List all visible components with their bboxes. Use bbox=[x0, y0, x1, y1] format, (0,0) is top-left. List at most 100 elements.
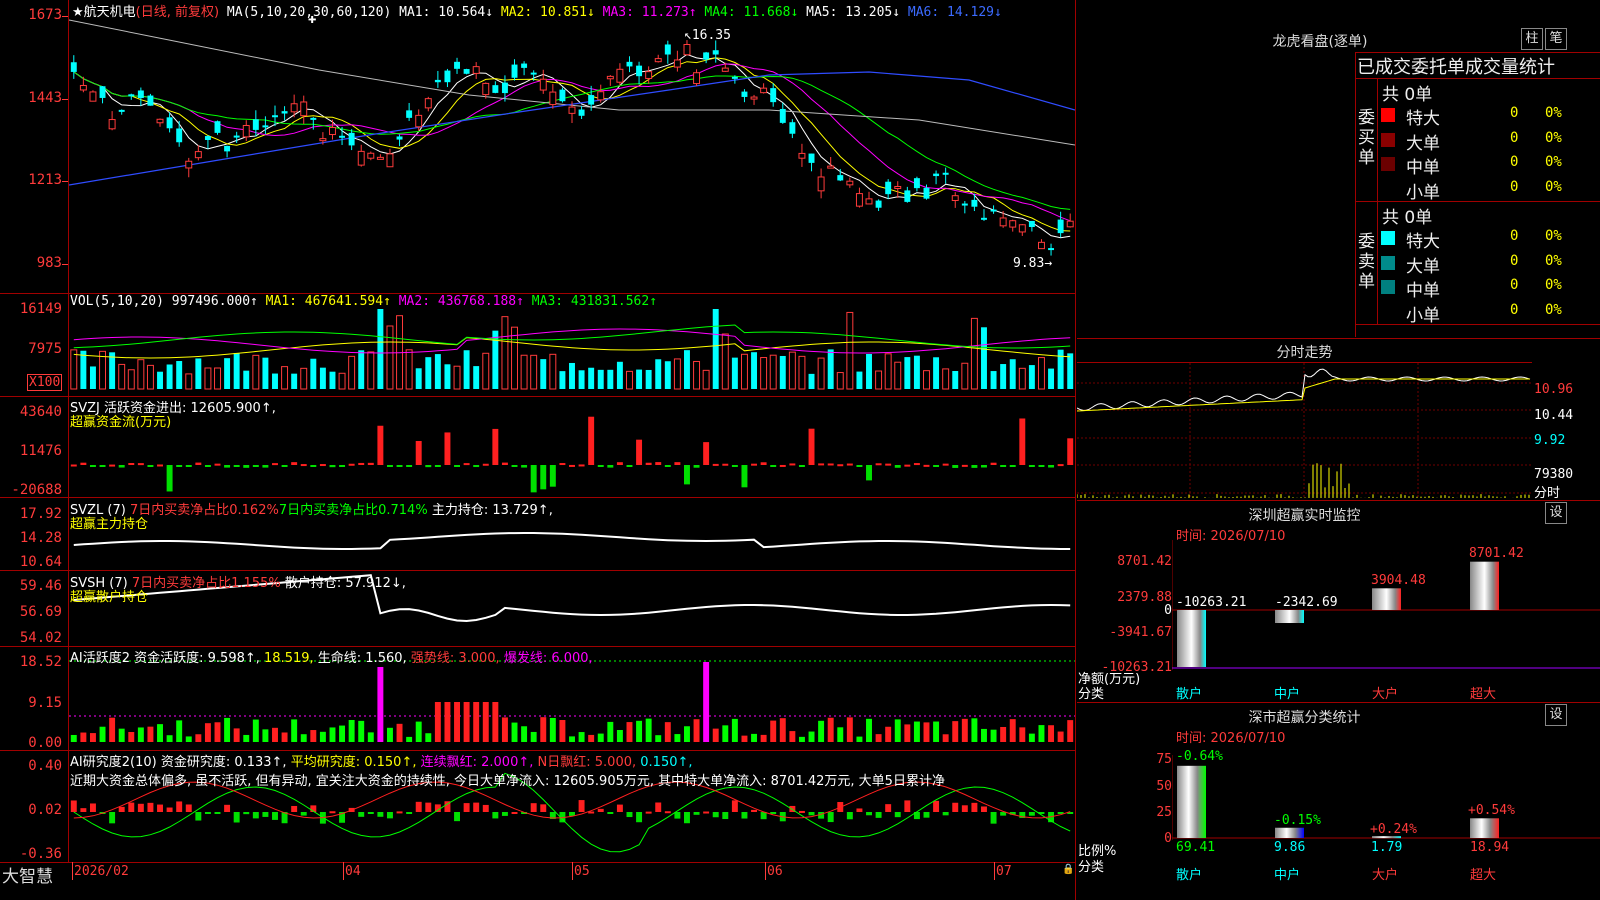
research-bar bbox=[482, 804, 489, 812]
flow-bar bbox=[779, 464, 786, 467]
activity-bar bbox=[99, 726, 106, 742]
candle-down bbox=[310, 117, 317, 120]
volume-bar bbox=[817, 357, 825, 390]
flow-bar bbox=[463, 463, 470, 466]
flow-bar bbox=[291, 462, 298, 465]
lhkp-title: 龙虎看盘(逐单) bbox=[1272, 34, 1368, 50]
flow-bar bbox=[367, 462, 374, 465]
candle-up bbox=[424, 98, 432, 109]
flow-bar bbox=[166, 465, 173, 492]
candle-up bbox=[79, 84, 87, 91]
research-bar bbox=[664, 811, 671, 814]
activity-bar bbox=[952, 721, 959, 742]
candle-down bbox=[588, 95, 595, 105]
flow-bar bbox=[645, 462, 652, 465]
volume-bar bbox=[588, 367, 595, 389]
volume-bar bbox=[530, 354, 538, 390]
candle-down bbox=[176, 128, 183, 143]
ai-res-p3: N日飘红: 5.000, bbox=[537, 755, 637, 770]
class-tick: 50 bbox=[1156, 779, 1172, 794]
stock-name[interactable]: 航天机电 bbox=[84, 5, 136, 20]
flow-bar bbox=[741, 465, 748, 488]
flow-bar bbox=[147, 465, 154, 467]
activity-bar bbox=[607, 721, 614, 742]
chart-mode[interactable]: (日线, 前复权) bbox=[136, 5, 219, 20]
candle-up bbox=[242, 124, 250, 138]
research-bar bbox=[846, 812, 853, 820]
flow-bar bbox=[1048, 465, 1055, 468]
candle-down bbox=[1048, 248, 1055, 251]
candle-down bbox=[933, 173, 940, 177]
sz-monitor-title: 深圳超赢实时监控 bbox=[1248, 508, 1361, 524]
intraday-tick: 10.96 bbox=[1534, 382, 1574, 397]
volume-bar bbox=[836, 372, 844, 390]
flow-bar bbox=[827, 463, 834, 466]
candle-down bbox=[137, 90, 144, 99]
volume-bar bbox=[146, 364, 154, 390]
research-bar bbox=[137, 803, 144, 812]
lock-icon[interactable]: 🔒 bbox=[1062, 864, 1074, 875]
volume-bar bbox=[578, 370, 585, 389]
flow-bar bbox=[185, 465, 192, 467]
volume-bar bbox=[751, 352, 758, 389]
activity-bar bbox=[712, 728, 719, 742]
activity-bar bbox=[1057, 731, 1064, 742]
volume-bar bbox=[1048, 368, 1055, 389]
flow-bar bbox=[406, 465, 413, 467]
flow-bar bbox=[1028, 465, 1035, 467]
candle-down bbox=[559, 89, 566, 102]
flow-bar bbox=[684, 465, 690, 485]
price-tick: 983 bbox=[36, 255, 62, 271]
flow-bar bbox=[540, 465, 547, 490]
ma-line bbox=[73, 53, 1071, 239]
flow-bar bbox=[454, 465, 460, 467]
vol-tick: 16149 bbox=[19, 301, 62, 317]
flow-bar bbox=[281, 465, 288, 467]
candle-down bbox=[578, 109, 585, 116]
tick-mode-button[interactable]: 笔 bbox=[1545, 28, 1567, 50]
candle-down bbox=[492, 85, 499, 93]
activity-bar bbox=[913, 721, 920, 742]
activity-bar bbox=[1048, 725, 1055, 742]
volume-bar bbox=[827, 349, 834, 389]
column-mode-button[interactable]: 柱 bbox=[1521, 28, 1543, 50]
sz-class-settings-button[interactable]: 设 bbox=[1545, 704, 1567, 726]
vol-header: VOL(5,10,20) 997496.000↑ MA1: 467641.594… bbox=[70, 294, 657, 309]
candle-down bbox=[118, 109, 125, 112]
candle-up bbox=[951, 195, 959, 202]
order-row-pct: 0% bbox=[1545, 301, 1562, 318]
candle-up bbox=[376, 156, 384, 160]
activity-bar bbox=[578, 732, 585, 742]
ma2-value: MA2: 10.851↓ bbox=[500, 5, 595, 20]
activity-bar bbox=[300, 734, 307, 742]
candle-down bbox=[434, 79, 441, 83]
sz-class-time: 时间: 2026/07/10 bbox=[1176, 731, 1286, 746]
activity-bar bbox=[626, 722, 633, 742]
flow-bar bbox=[933, 465, 940, 467]
flow-bar bbox=[396, 465, 403, 467]
volume-bar bbox=[473, 366, 480, 389]
volume-bar bbox=[856, 371, 863, 389]
volume-bar bbox=[224, 358, 231, 389]
low-price-label: 9.83 bbox=[1013, 256, 1045, 271]
flow-bar bbox=[856, 465, 863, 467]
flow-bar bbox=[1038, 465, 1045, 467]
candle-up bbox=[855, 193, 863, 207]
intraday-chart[interactable] bbox=[1077, 363, 1532, 498]
class-pct: -0.64% bbox=[1176, 749, 1223, 764]
order-stats-tabs[interactable]: 已成交委托单成交量统计 bbox=[1357, 53, 1555, 79]
research-bar bbox=[233, 812, 240, 823]
candle-up bbox=[798, 152, 806, 159]
flow-bar bbox=[348, 463, 355, 466]
sz-monitor-settings-button[interactable]: 设 bbox=[1545, 502, 1567, 524]
research-bar bbox=[386, 812, 393, 819]
flow-bar bbox=[118, 465, 125, 468]
activity-bar bbox=[406, 736, 413, 742]
sz-tick: 8701.42 bbox=[1117, 554, 1172, 569]
candle-down bbox=[1057, 219, 1064, 234]
activity-bar bbox=[703, 662, 710, 742]
activity-bar bbox=[463, 702, 470, 742]
candle-down bbox=[626, 61, 633, 67]
brand-logo[interactable]: 大智慧 bbox=[2, 862, 53, 887]
volume-bar bbox=[70, 349, 78, 390]
